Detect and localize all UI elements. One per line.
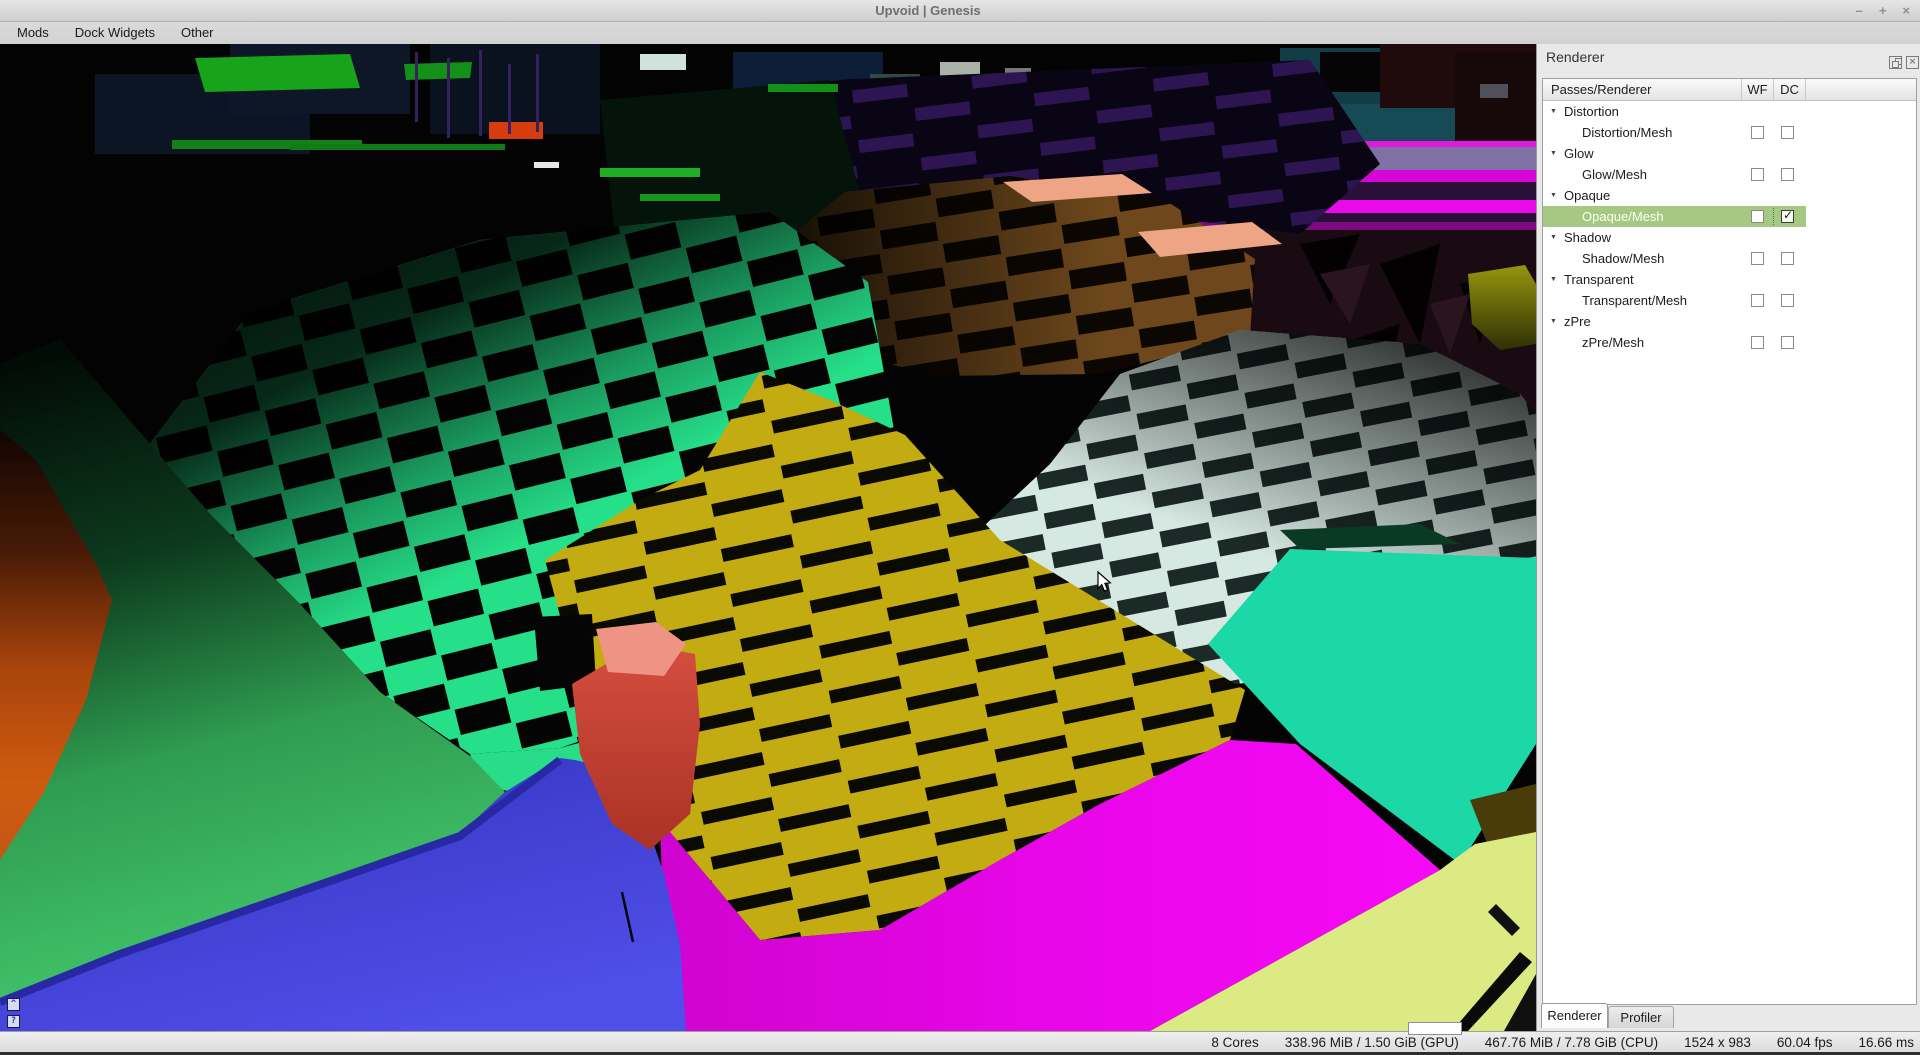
collapse-arrow-icon[interactable]: ▼ bbox=[1550, 311, 1557, 332]
status-frametime: 16.66 ms bbox=[1858, 1035, 1914, 1050]
check-icon: ✓ bbox=[1783, 208, 1793, 222]
dc-checkbox[interactable] bbox=[1781, 336, 1794, 349]
menu-other[interactable]: Other bbox=[168, 22, 227, 44]
menu-mods[interactable]: Mods bbox=[4, 22, 62, 44]
passes-tree: Passes/Renderer WF DC ▼ Distortion Disto… bbox=[1542, 78, 1917, 1005]
close-button[interactable]: × bbox=[1902, 0, 1910, 22]
status-resolution: 1524 x 983 bbox=[1684, 1035, 1751, 1050]
viewport-3d[interactable]: ^ ? bbox=[0, 44, 1536, 1031]
tree-item-label: zPre/Mesh bbox=[1582, 332, 1644, 353]
minimize-button[interactable]: – bbox=[1856, 0, 1863, 22]
status-cores: 8 Cores bbox=[1211, 1035, 1258, 1050]
tree-group-glow[interactable]: ▼ Glow bbox=[1543, 143, 1916, 164]
tree-item-opaque-mesh-selected[interactable]: Opaque/Mesh ✓ bbox=[1543, 206, 1916, 227]
tree-item-shadow-mesh[interactable]: Shadow/Mesh bbox=[1543, 248, 1916, 269]
collapse-arrow-icon[interactable]: ▼ bbox=[1550, 185, 1557, 206]
tree-group-distortion[interactable]: ▼ Distortion bbox=[1543, 101, 1916, 122]
status-bar: 8 Cores 338.96 MiB / 1.50 GiB (GPU) 467.… bbox=[0, 1031, 1920, 1052]
tree-item-zpre-mesh[interactable]: zPre/Mesh bbox=[1543, 332, 1916, 353]
float-panel-icon[interactable] bbox=[1889, 56, 1902, 69]
status-fps: 60.04 fps bbox=[1777, 1035, 1833, 1050]
dc-checkbox[interactable]: ✓ bbox=[1781, 210, 1794, 223]
tree-item-distortion-mesh[interactable]: Distortion/Mesh bbox=[1543, 122, 1916, 143]
tree-item-transparent-mesh[interactable]: Transparent/Mesh bbox=[1543, 290, 1916, 311]
close-panel-icon[interactable]: × bbox=[1906, 56, 1919, 69]
wf-checkbox[interactable] bbox=[1751, 210, 1764, 223]
status-cpu-memory: 467.76 MiB / 7.78 GiB (CPU) bbox=[1485, 1035, 1658, 1050]
focus-divider bbox=[1773, 208, 1774, 225]
collapse-arrow-icon[interactable]: ▼ bbox=[1550, 269, 1557, 290]
pin-icon[interactable]: ^ bbox=[7, 998, 20, 1011]
help-icon[interactable]: ? bbox=[7, 1015, 20, 1028]
tree-item-label: Opaque/Mesh bbox=[1582, 206, 1664, 227]
wf-checkbox[interactable] bbox=[1751, 252, 1764, 265]
collapse-arrow-icon[interactable]: ▼ bbox=[1550, 101, 1557, 122]
tab-profiler[interactable]: Profiler bbox=[1608, 1006, 1674, 1028]
column-dc[interactable]: DC bbox=[1774, 79, 1806, 100]
dc-checkbox[interactable] bbox=[1781, 252, 1794, 265]
tree-group-label: Distortion bbox=[1564, 101, 1619, 122]
maximize-button[interactable]: + bbox=[1879, 0, 1887, 22]
tree-group-label: Glow bbox=[1564, 143, 1594, 164]
column-wf[interactable]: WF bbox=[1742, 79, 1774, 100]
menubar: Mods Dock Widgets Other bbox=[0, 22, 1920, 44]
dc-checkbox[interactable] bbox=[1781, 294, 1794, 307]
column-spacer bbox=[1806, 79, 1916, 100]
collapse-arrow-icon[interactable]: ▼ bbox=[1550, 227, 1557, 248]
wf-checkbox[interactable] bbox=[1751, 168, 1764, 181]
tree-item-label: Glow/Mesh bbox=[1582, 164, 1647, 185]
window-title: Upvoid | Genesis bbox=[0, 0, 1856, 22]
column-passes[interactable]: Passes/Renderer bbox=[1543, 79, 1742, 100]
tree-group-transparent[interactable]: ▼ Transparent bbox=[1543, 269, 1916, 290]
tree-item-glow-mesh[interactable]: Glow/Mesh bbox=[1543, 164, 1916, 185]
status-gpu-memory: 338.96 MiB / 1.50 GiB (GPU) bbox=[1285, 1035, 1459, 1050]
menu-dock-widgets[interactable]: Dock Widgets bbox=[62, 22, 168, 44]
dc-checkbox[interactable] bbox=[1781, 126, 1794, 139]
collapse-arrow-icon[interactable]: ▼ bbox=[1550, 143, 1557, 164]
tree-group-label: zPre bbox=[1564, 311, 1591, 332]
tree-item-label: Shadow/Mesh bbox=[1582, 248, 1664, 269]
wf-checkbox[interactable] bbox=[1751, 336, 1764, 349]
tab-renderer[interactable]: Renderer bbox=[1541, 1003, 1608, 1028]
tree-group-label: Opaque bbox=[1564, 185, 1610, 206]
tree-group-label: Shadow bbox=[1564, 227, 1611, 248]
tree-item-label: Distortion/Mesh bbox=[1582, 122, 1672, 143]
wf-checkbox[interactable] bbox=[1751, 294, 1764, 307]
voxel-scene bbox=[0, 44, 1536, 1031]
tree-group-zpre[interactable]: ▼ zPre bbox=[1543, 311, 1916, 332]
renderer-dock-panel: Renderer × Passes/Renderer WF DC ▼ Disto… bbox=[1536, 44, 1920, 1031]
mini-overlay-box bbox=[1408, 1022, 1462, 1035]
tree-header: Passes/Renderer WF DC bbox=[1543, 79, 1916, 101]
dc-checkbox[interactable] bbox=[1781, 168, 1794, 181]
tree-group-shadow[interactable]: ▼ Shadow bbox=[1543, 227, 1916, 248]
tree-group-opaque[interactable]: ▼ Opaque bbox=[1543, 185, 1916, 206]
panel-title: Renderer bbox=[1546, 49, 1604, 65]
wf-checkbox[interactable] bbox=[1751, 126, 1764, 139]
titlebar[interactable]: Upvoid | Genesis – + × bbox=[0, 0, 1920, 22]
tree-group-label: Transparent bbox=[1564, 269, 1634, 290]
app-window: Upvoid | Genesis – + × Mods Dock Widgets… bbox=[0, 0, 1920, 1055]
tree-item-label: Transparent/Mesh bbox=[1582, 290, 1687, 311]
window-controls: – + × bbox=[1856, 0, 1910, 22]
